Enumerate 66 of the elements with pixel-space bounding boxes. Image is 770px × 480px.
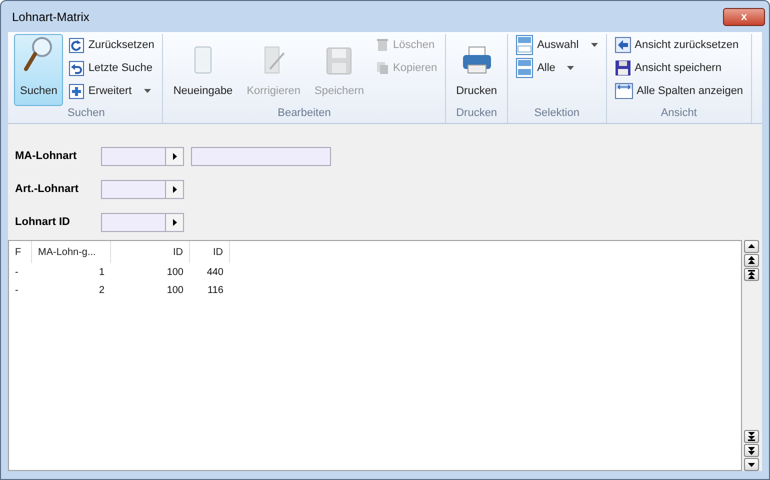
scroll-down-icon <box>747 460 756 469</box>
column-header[interactable]: ID <box>110 241 190 263</box>
window-title: Lohnart-Matrix <box>11 10 90 24</box>
table-cell: - <box>9 263 32 281</box>
scroll-bottom-button[interactable] <box>744 430 759 443</box>
group-label: Ansicht <box>660 106 698 121</box>
caret-icon <box>590 43 598 47</box>
ribbon-button[interactable]: Suchen <box>14 34 64 106</box>
ribbon-button[interactable]: Erweitert <box>65 80 158 102</box>
page-down-icon <box>747 446 756 455</box>
caret-icon <box>144 89 151 93</box>
page-up-icon <box>747 256 756 265</box>
column-header[interactable]: ID <box>190 241 230 263</box>
group-label: Bearbeiten <box>276 106 332 121</box>
ribbon-button[interactable]: Alle Spalten anzeigen <box>610 80 748 102</box>
arrow-right-icon <box>172 152 176 160</box>
plus-icon <box>69 84 84 98</box>
selection-icon <box>516 35 534 55</box>
document-icon <box>193 45 214 75</box>
arrow-left-icon <box>614 37 631 53</box>
printer-icon <box>460 45 493 75</box>
table-cell: 1 <box>32 263 110 281</box>
page-up-button[interactable] <box>744 254 759 267</box>
ribbon-button[interactable]: Drucken <box>450 34 504 106</box>
scroll-up-button[interactable] <box>744 240 759 253</box>
field-label: MA-Lohnart <box>15 150 78 162</box>
arrow-right-icon <box>172 186 176 192</box>
table-cell-text: 116 <box>206 284 224 298</box>
ribbon-button[interactable]: Ansicht zurücksetzen <box>610 34 748 56</box>
column-header[interactable]: F <box>9 241 32 263</box>
field-label: Art.-Lohnart <box>15 183 80 195</box>
combo-field[interactable] <box>101 146 184 166</box>
scroll-top-button[interactable] <box>744 268 759 281</box>
caret-icon <box>567 66 574 70</box>
page-down-button[interactable] <box>744 444 759 457</box>
scroll-bottom-icon <box>747 432 756 441</box>
column-width-icon <box>614 83 633 99</box>
refresh-icon <box>69 38 84 52</box>
copy-icon <box>376 61 390 75</box>
table-cell: 100 <box>110 263 190 281</box>
ribbon-button[interactable]: Ansicht speichern <box>610 57 748 79</box>
ribbon-button[interactable]: Alle <box>512 57 602 79</box>
combo-field[interactable] <box>101 212 184 232</box>
arrow-right-icon <box>172 218 176 226</box>
combo-field[interactable] <box>101 180 184 198</box>
ribbon-button[interactable]: Neueingabe <box>167 34 239 106</box>
selection-icon <box>516 58 534 78</box>
ribbon-button[interactable]: Zurücksetzen <box>65 34 158 56</box>
table-cell-text: 100 <box>166 284 184 298</box>
group-label: Drucken <box>455 106 498 121</box>
scroll-up-icon <box>747 242 756 251</box>
field-label: Lohnart ID <box>15 216 71 228</box>
group-label: Selektion <box>533 106 580 121</box>
pencil-document-icon <box>262 45 286 75</box>
column-header[interactable]: MA-Lohn-g... <box>32 241 110 263</box>
undo-icon <box>69 60 84 76</box>
table-cell-text: - <box>14 284 20 298</box>
table-cell-text: 2 <box>98 284 106 298</box>
table-cell: 440 <box>190 263 230 281</box>
group-label: Suchen <box>66 106 106 121</box>
ribbon-button[interactable]: Letzte Suche <box>65 57 158 79</box>
ribbon-button[interactable]: Auswahl <box>512 34 602 56</box>
input-field[interactable] <box>191 146 331 166</box>
scroll-top-icon <box>747 270 756 279</box>
scroll-down-button[interactable] <box>744 458 759 471</box>
bin-icon <box>376 38 390 52</box>
